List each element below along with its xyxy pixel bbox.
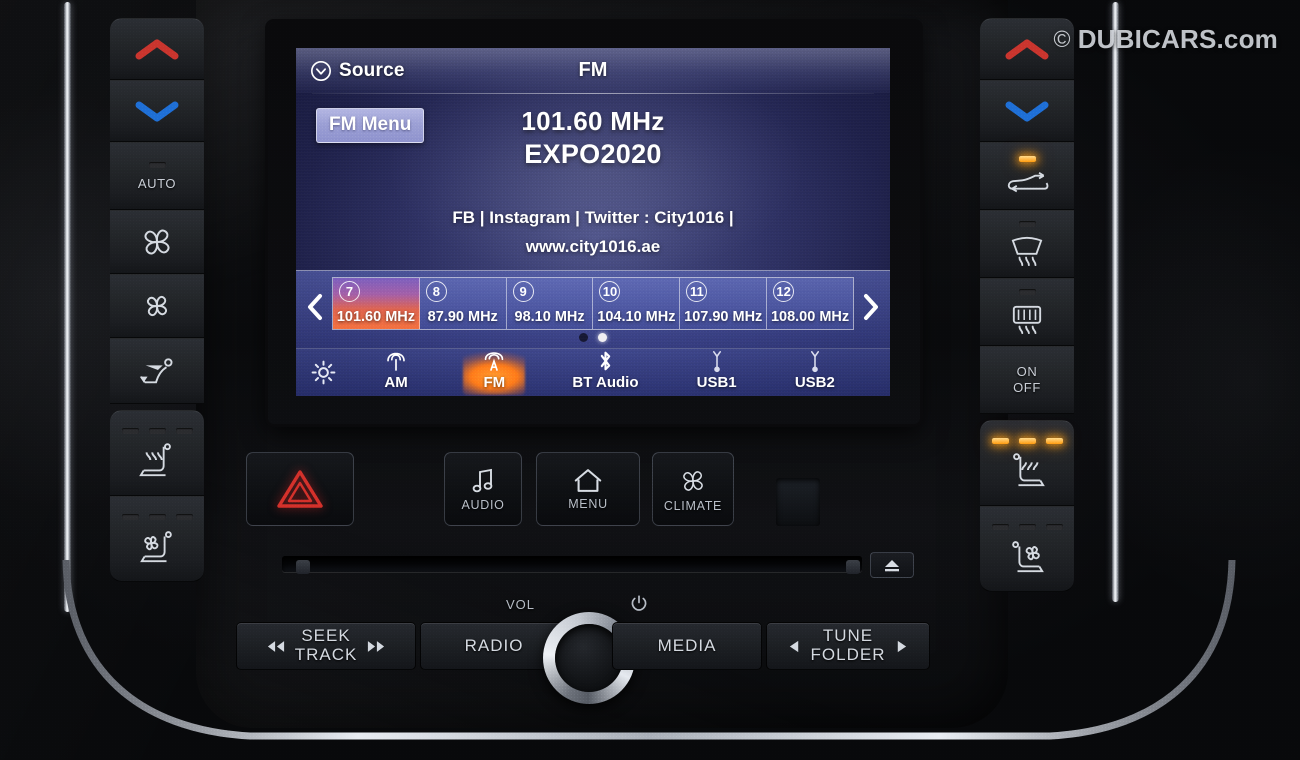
photo-grain-overlay [0, 0, 1300, 760]
car-infotainment-console: AUTO ON OFF Source FM FM Menu 101.60 MHz… [0, 0, 1300, 760]
